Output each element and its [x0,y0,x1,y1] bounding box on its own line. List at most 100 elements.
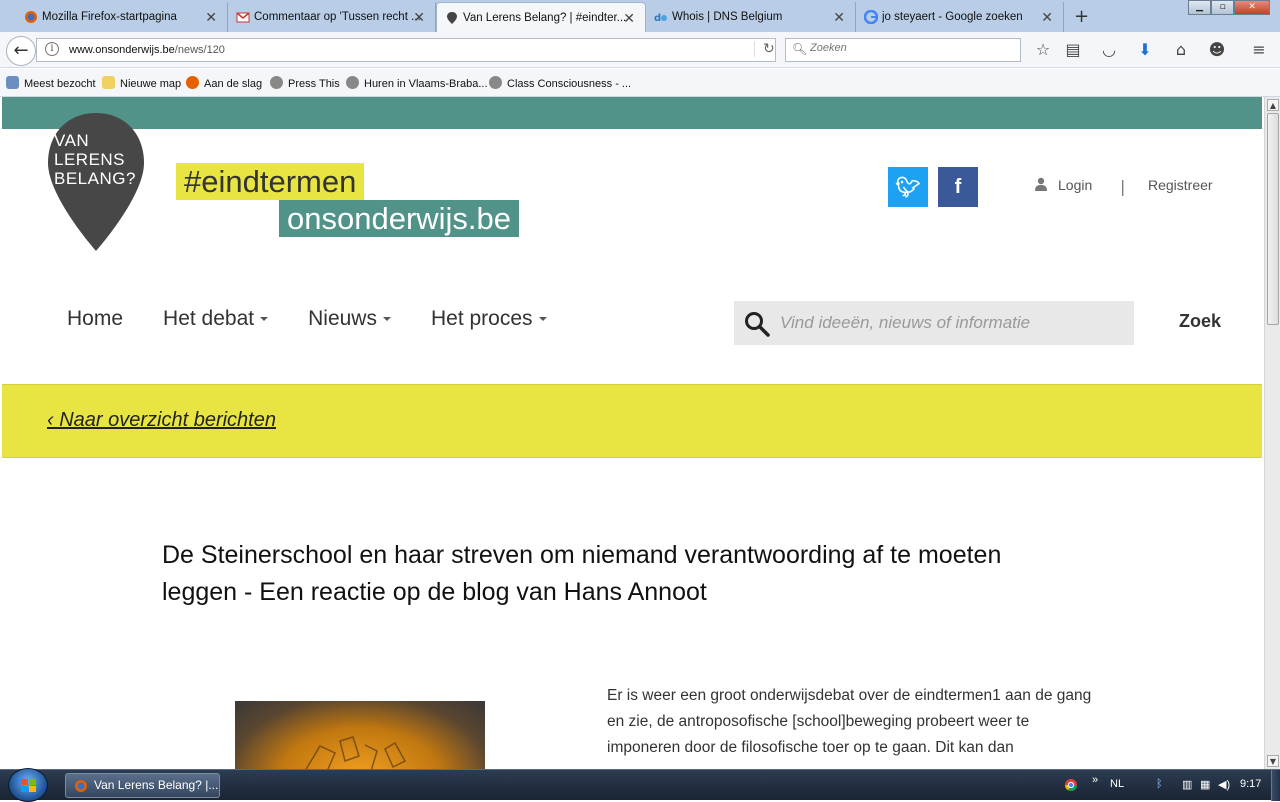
gmail-icon [236,12,250,23]
url-bar[interactable]: i www.onsonderwijs.be/news/120 ↻ [36,38,776,62]
tray-expand-icon[interactable]: » [1092,774,1098,786]
folder-icon [102,76,115,89]
bookmark-new-folder[interactable]: Nieuwe map [102,76,181,90]
article-title: De Steinerschool en haar streven om niem… [162,541,1002,606]
maximize-icon[interactable]: ▫ [1211,0,1235,15]
article-image [235,701,485,769]
dns-belgium-icon: d [654,13,667,24]
globe-icon [346,76,359,89]
bookmark-huren[interactable]: Huren in Vlaams-Braba... [346,76,488,90]
clock[interactable]: 9:17 [1240,778,1261,790]
taskbar-firefox-window[interactable]: Van Lerens Belang? |... [65,773,220,798]
logo-text: VAN LERENS BELANG? [54,131,154,188]
menu-icon[interactable]: ≡ [1248,40,1270,60]
search-icon: 🔍︎ [792,42,808,56]
hello-chat-icon[interactable]: ☻ [1206,40,1228,60]
back-to-overview-link[interactable]: ‹ Naar overzicht berichten [47,409,276,432]
scroll-down-icon[interactable]: ▼ [1267,755,1279,767]
browser-search-box[interactable]: 🔍︎ [785,38,1021,62]
page-scrollbar[interactable]: ▲ ▼ [1264,97,1280,769]
wifi-icon[interactable]: ▦ [1200,778,1210,791]
close-tab-icon[interactable]: ✕ [205,9,217,26]
caret-down-icon [260,317,269,321]
login-link[interactable]: Login [1034,177,1092,193]
navigation-toolbar: ← i www.onsonderwijs.be/news/120 ↻ 🔍︎ [0,32,1280,68]
bookmark-most-visited[interactable]: Meest bezocht [6,76,96,90]
tab-van-lerens-belang[interactable]: Van Lerens Belang? | #eindter... ✕ [436,2,646,32]
main-navigation: Home Het debat Nieuws Het proces [67,307,587,337]
reading-list-icon[interactable]: ▤ [1062,40,1084,60]
close-tab-icon[interactable]: ✕ [833,9,845,26]
login-separator: | [1120,177,1126,196]
logo-line: BELANG? [54,169,136,188]
facebook-icon: f [954,176,962,198]
site-search-box[interactable] [734,301,1134,345]
tab-title: Mozilla Firefox-startpagina [42,11,177,23]
network-icon[interactable]: ▥ [1182,778,1192,791]
volume-icon[interactable]: ◀) [1218,778,1230,791]
search-icon [745,312,770,337]
search-submit-button[interactable]: Zoek [1179,311,1221,332]
twitter-bird-icon: 🐦︎ [895,175,921,199]
tab-bar: Mozilla Firefox-startpagina ✕ Commentaar… [0,0,1280,32]
bookmark-star-icon[interactable]: ☆ [1032,40,1054,60]
bookmark-class-consciousness[interactable]: Class Consciousness - ... [489,76,631,90]
back-button[interactable]: ← [6,36,36,66]
new-tab-icon[interactable]: + [1074,6,1089,27]
logo-line: LERENS [54,150,126,169]
close-tab-icon[interactable]: ✕ [413,9,425,26]
nav-het-proces[interactable]: Het proces [431,307,547,337]
reload-icon[interactable]: ↻ [754,41,775,57]
tab-firefox-start[interactable]: Mozilla Firefox-startpagina ✕ [16,2,228,32]
tab-title: Van Lerens Belang? | #eindter... [463,11,627,24]
article-body: Er is weer een groot onderwijsdebat over… [607,687,1092,756]
bluetooth-icon[interactable]: ᛒ [1156,778,1163,790]
tab-title: Commentaar op 'Tussen recht ... [254,11,421,23]
chrome-icon[interactable] [1064,778,1078,795]
show-desktop-button[interactable] [1271,770,1280,801]
close-tab-icon[interactable]: ✕ [1041,9,1053,26]
tab-dns-belgium[interactable]: d Whois | DNS Belgium ✕ [646,2,856,32]
scroll-up-icon[interactable]: ▲ [1267,99,1279,111]
windows-taskbar: Van Lerens Belang? |... » NL ᛒ ▥ ▦ ◀) 9:… [0,768,1280,802]
back-link-bar: ‹ Naar overzicht berichten [2,384,1262,458]
close-tab-icon[interactable]: ✕ [623,10,635,27]
tab-google[interactable]: jo steyaert - Google zoeken ✕ [856,2,1064,32]
window-close-icon[interactable]: ✕ [1234,0,1270,15]
nav-home[interactable]: Home [67,307,123,337]
scroll-thumb[interactable] [1267,113,1279,325]
most-visited-icon [6,76,19,89]
downloads-icon[interactable]: ⬇ [1134,40,1156,60]
nav-nieuws[interactable]: Nieuws [308,307,391,337]
logo-line: VAN [54,131,90,150]
nav-het-debat[interactable]: Het debat [163,307,269,337]
bookmark-press-this[interactable]: Press This [270,76,340,90]
home-icon[interactable]: ⌂ [1170,40,1192,60]
firefox-icon [186,76,199,89]
url-text[interactable]: www.onsonderwijs.be/news/120 [69,44,225,56]
minimize-icon[interactable]: ▁ [1188,0,1212,15]
register-link[interactable]: Registreer [1148,177,1213,193]
globe-icon [489,76,502,89]
tagline-onsonderwijs[interactable]: onsonderwijs.be [279,200,520,237]
start-button[interactable] [8,768,48,802]
bookmark-getting-started[interactable]: Aan de slag [186,76,262,90]
site-info-icon[interactable]: i [45,42,59,56]
top-color-strip [2,97,1262,129]
twitter-button[interactable]: 🐦︎ [888,167,928,207]
tab-title: jo steyaert - Google zoeken [882,11,1023,23]
facebook-button[interactable]: f [938,167,978,207]
windows-logo-icon [21,779,36,792]
site-search-input[interactable] [780,312,1120,334]
language-indicator[interactable]: NL [1110,778,1124,790]
browser-search-input[interactable] [810,42,1010,54]
tagline-eindtermen[interactable]: #eindtermen [176,163,365,200]
firefox-icon [75,780,87,792]
globe-icon [270,76,283,89]
pocket-icon[interactable]: ◡ [1098,40,1120,60]
article-image-artwork [305,736,407,769]
google-icon [864,10,878,24]
caret-down-icon [382,317,391,321]
tab-gmail[interactable]: Commentaar op 'Tussen recht ... ✕ [228,2,436,32]
user-icon [1035,177,1047,191]
